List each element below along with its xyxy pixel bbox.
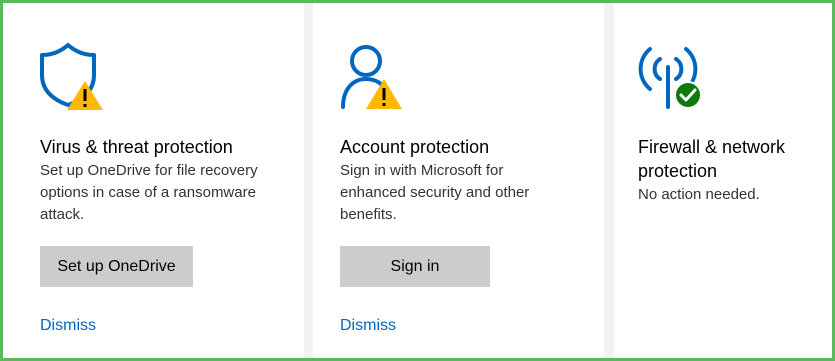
set-up-onedrive-button[interactable]: Set up OneDrive — [40, 246, 193, 287]
card-title-line: protection — [638, 161, 718, 181]
card-description-line: benefits. — [340, 206, 397, 223]
shield-warning-icon — [40, 43, 103, 110]
dismiss-link[interactable]: Dismiss — [40, 316, 96, 336]
account-protection-card[interactable]: Account protection Sign in with Microsof… — [313, 3, 604, 358]
sign-in-button[interactable]: Sign in — [340, 246, 490, 287]
dismiss-link[interactable]: Dismiss — [340, 316, 396, 336]
card-description-line: No action needed. — [638, 186, 760, 203]
card-title: Account protection — [340, 137, 490, 157]
card-description-line: attack. — [40, 206, 85, 223]
card-description-line: options in case of a ransomware — [40, 184, 256, 201]
virus-threat-protection-card[interactable]: Virus & threat protection Set up OneDriv… — [3, 3, 304, 358]
card-description-line: Set up OneDrive for file recovery — [40, 162, 258, 179]
card-description-line: enhanced security and other — [340, 184, 530, 201]
card-description-line: Sign in with Microsoft for — [340, 162, 504, 179]
card-title: Virus & threat protection — [40, 137, 233, 157]
firewall-network-protection-card[interactable]: Firewall & network protection No action … — [614, 3, 832, 358]
wifi-antenna-check-icon — [638, 47, 702, 109]
person-warning-icon — [341, 45, 402, 109]
card-title-line: Firewall & network — [638, 137, 786, 157]
